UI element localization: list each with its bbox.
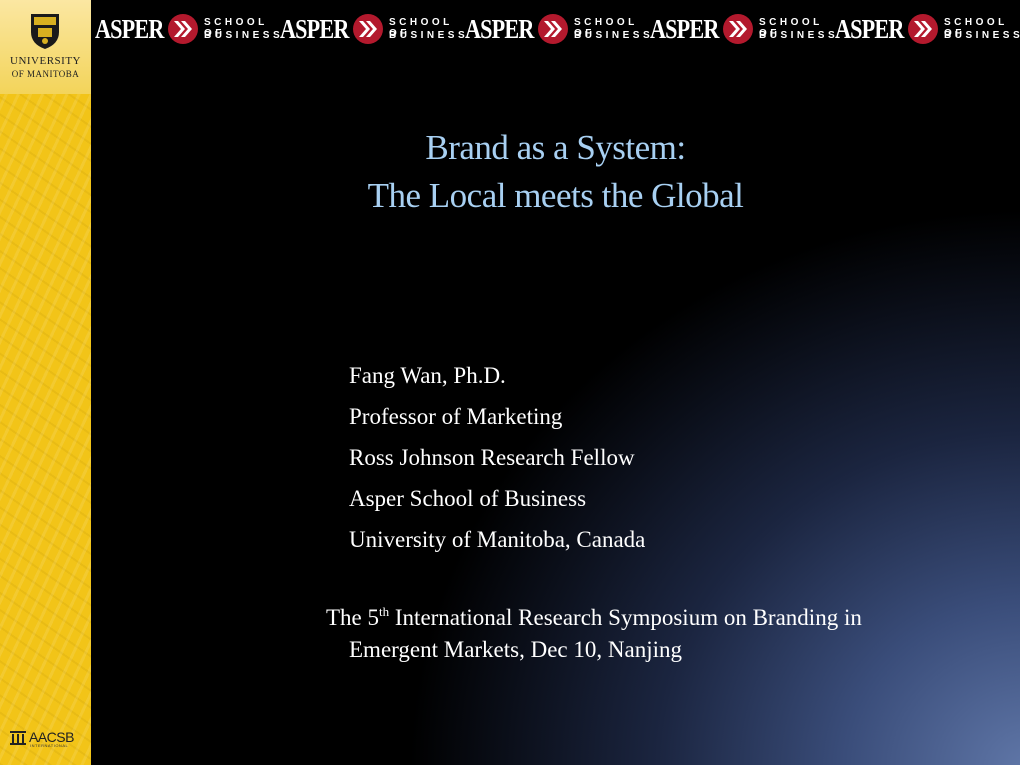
event-line-1: The 5th International Research Symposium… (326, 602, 986, 634)
asper-logo: ASPER SCHOOL OF BUSINESS (461, 0, 650, 60)
title-line-2: The Local meets the Global (367, 176, 744, 215)
asper-banner: ASPER SCHOOL OF BUSINESS ASPER SCHOOL OF… (91, 0, 1020, 60)
asper-logo: ASPER SCHOOL OF BUSINESS (91, 0, 280, 60)
left-yellow-band: UNIVERSITY OF MANITOBA AACSB INTERNATION… (0, 0, 91, 765)
business-label: BUSINESS (204, 30, 284, 41)
business-label: BUSINESS (759, 30, 839, 41)
university-logo: UNIVERSITY OF MANITOBA (0, 0, 91, 94)
business-label: BUSINESS (944, 30, 1020, 41)
asper-logo: ASPER SCHOOL OF BUSINESS (276, 0, 465, 60)
author-fellowship: Ross Johnson Research Fellow (349, 445, 635, 470)
author-school: Asper School of Business (349, 486, 587, 511)
event-prefix: The 5 (326, 605, 380, 630)
author-block: Fang Wan, Ph.D. Professor of Marketing R… (349, 358, 645, 563)
crest-icon (31, 14, 59, 49)
event-line-2: Emergent Markets, Dec 10, Nanjing (349, 637, 682, 662)
event-rest: International Research Symposium on Bran… (389, 605, 862, 630)
aacsb-sub: INTERNATIONAL (30, 743, 69, 748)
asper-wordmark: ASPER (835, 14, 904, 44)
chevron-logo-icon (538, 14, 568, 44)
event-info: The 5th International Research Symposium… (326, 602, 986, 666)
asper-logo: ASPER SCHOOL OF BUSINESS (831, 0, 1020, 60)
asper-wordmark: ASPER (95, 14, 164, 44)
chevron-logo-icon (353, 14, 383, 44)
title-line-1: Brand as a System: (425, 128, 686, 167)
asper-wordmark: ASPER (465, 14, 534, 44)
chevron-logo-icon (908, 14, 938, 44)
chevron-logo-icon (168, 14, 198, 44)
slide-title: Brand as a System: The Local meets the G… (91, 124, 1020, 220)
asper-wordmark: ASPER (650, 14, 719, 44)
business-label: BUSINESS (389, 30, 469, 41)
author-name: Fang Wan, Ph.D. (349, 363, 506, 388)
chevron-logo-icon (723, 14, 753, 44)
pillars-icon (10, 731, 26, 745)
university-name-line2: OF MANITOBA (11, 69, 80, 79)
event-ordinal: th (379, 604, 390, 619)
university-name-line1: UNIVERSITY (10, 55, 81, 67)
author-position: Professor of Marketing (349, 404, 563, 429)
asper-logo: ASPER SCHOOL OF BUSINESS (646, 0, 835, 60)
slide: UNIVERSITY OF MANITOBA AACSB INTERNATION… (0, 0, 1020, 765)
asper-wordmark: ASPER (280, 14, 349, 44)
author-university: University of Manitoba, Canada (349, 527, 646, 552)
business-label: BUSINESS (574, 30, 654, 41)
